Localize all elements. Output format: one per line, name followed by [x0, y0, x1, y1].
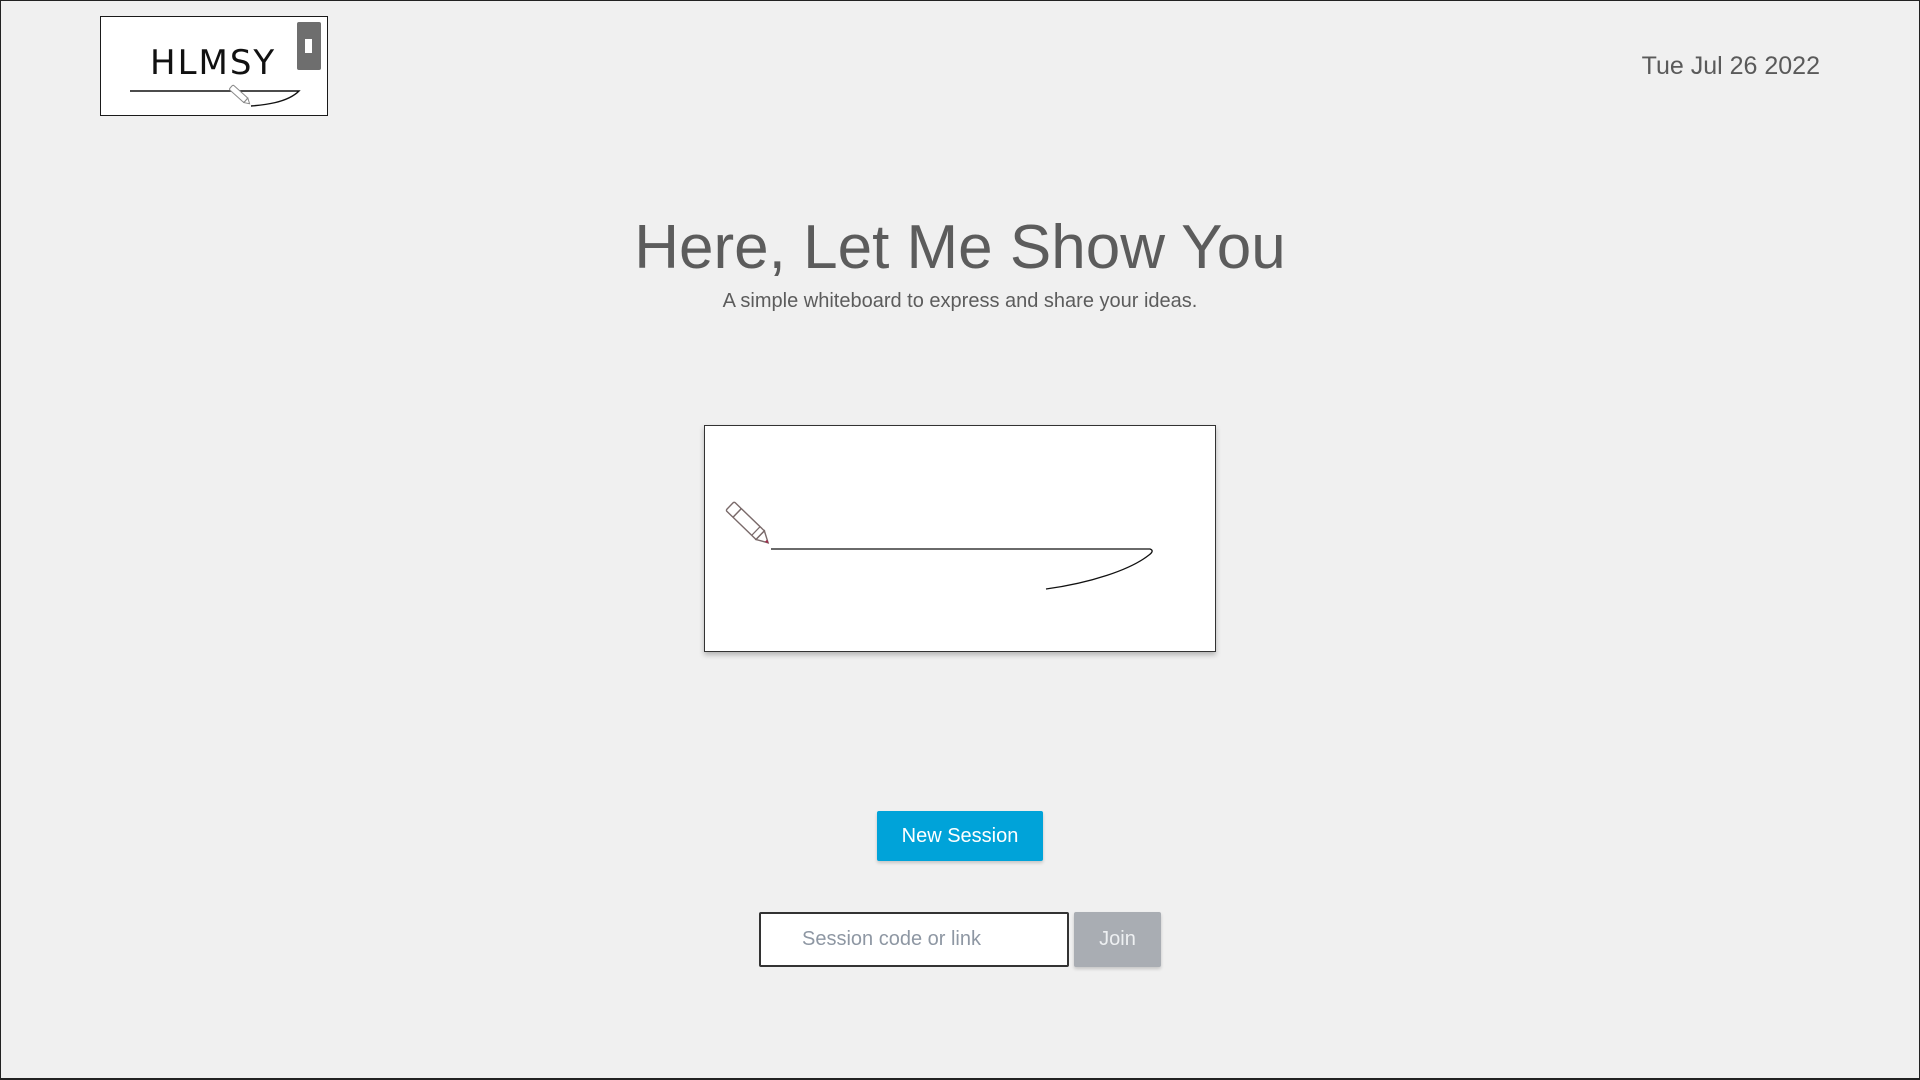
pen-icon [725, 501, 770, 544]
logo[interactable]: HLMSY [100, 16, 328, 116]
logo-drawing [130, 22, 321, 107]
page-title: Here, Let Me Show You [634, 213, 1286, 282]
whiteboard-preview-drawing [725, 501, 1153, 590]
new-session-button[interactable]: New Session [877, 811, 1043, 861]
page-subtitle: A simple whiteboard to express and share… [722, 290, 1198, 312]
logo-pen-icon [229, 84, 251, 105]
join-button[interactable]: Join [1074, 912, 1161, 967]
whiteboard-preview [704, 425, 1216, 652]
current-date: Tue Jul 26 2022 [1641, 52, 1820, 80]
session-code-input[interactable] [759, 912, 1069, 967]
